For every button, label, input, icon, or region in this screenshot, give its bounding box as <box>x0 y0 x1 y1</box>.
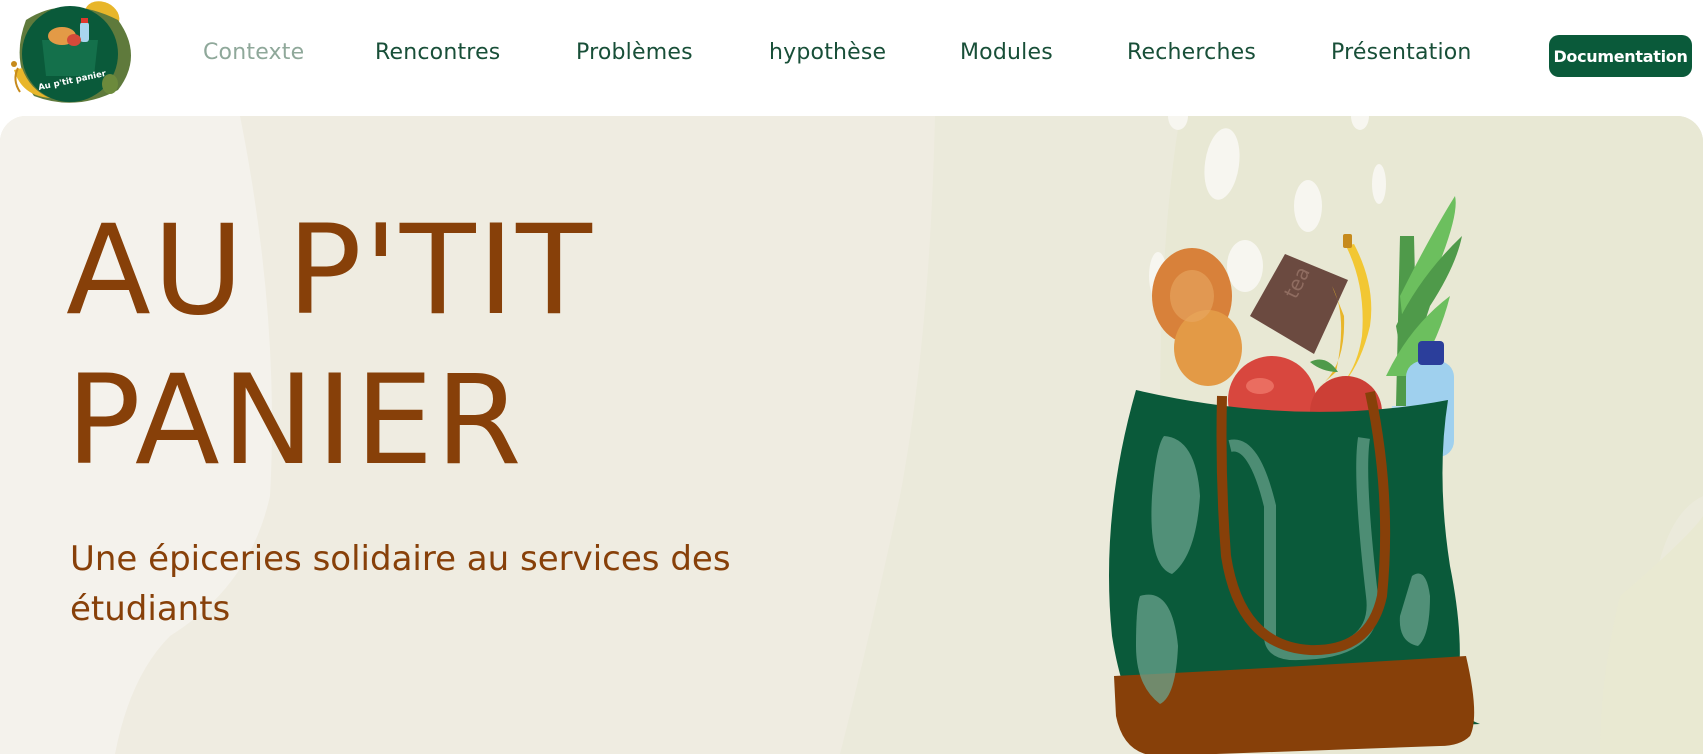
nav-item-recherches[interactable]: Recherches <box>1127 40 1256 65</box>
hero-section: AU P'TIT PANIER Une épiceries solidaire … <box>0 116 1703 754</box>
hero-title: AU P'TIT PANIER <box>66 196 594 496</box>
documentation-button[interactable]: Documentation <box>1549 35 1692 77</box>
nav-item-hypothese[interactable]: hypothèse <box>769 40 886 65</box>
hero-title-line2: PANIER <box>66 349 524 493</box>
nav-item-modules[interactable]: Modules <box>960 40 1053 65</box>
nav-item-rencontres[interactable]: Rencontres <box>375 40 500 65</box>
hero-title-line1: AU P'TIT <box>66 199 594 343</box>
grocery-bag-illustration: tea <box>1109 196 1480 754</box>
hero-subtitle: Une épiceries solidaire au services des … <box>70 534 790 634</box>
hero-subtitle-line2: étudiants <box>70 589 231 629</box>
hero-subtitle-line1: Une épiceries solidaire au services des <box>70 539 731 579</box>
site-header: Au p'tit panier Contexte Rencontres Prob… <box>0 0 1703 116</box>
nav-item-presentation[interactable]: Présentation <box>1331 40 1472 65</box>
nav-item-contexte[interactable]: Contexte <box>203 40 304 65</box>
nav-item-problemes[interactable]: Problèmes <box>576 40 693 65</box>
main-nav: Contexte Rencontres Problèmes hypothèse … <box>0 0 1703 112</box>
